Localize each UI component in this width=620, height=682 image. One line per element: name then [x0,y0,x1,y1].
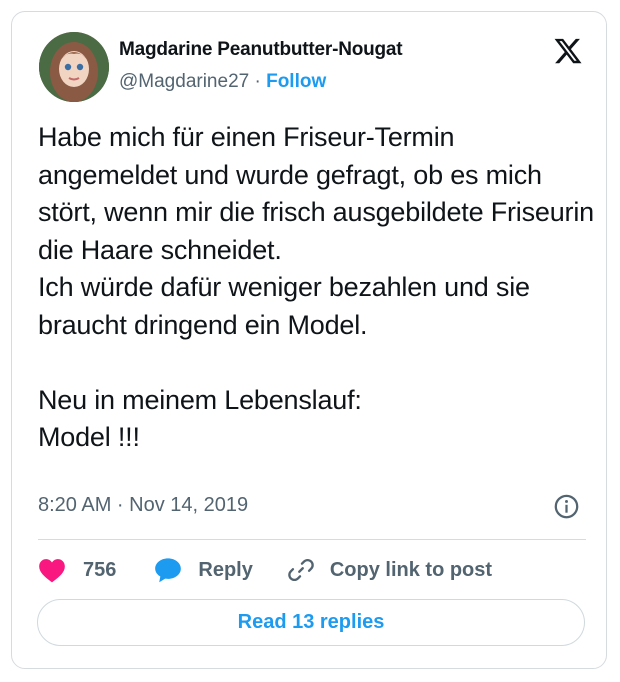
separator-dot: · [254,71,261,92]
reply-bubble-icon [155,558,182,583]
link-icon [288,558,314,582]
tweet-timestamp[interactable]: 8:20 AM · Nov 14, 2019 [38,494,248,517]
author-name[interactable]: Magdarine Peanutbutter-Nougat [119,39,403,61]
avatar[interactable] [39,32,109,102]
follow-button[interactable]: Follow [266,71,326,92]
like-button[interactable]: 756 [38,557,116,583]
heart-icon [39,559,65,583]
action-bar: 756 Reply Copy link to post [38,553,492,587]
reply-label: Reply [198,558,253,581]
like-count: 756 [83,558,117,581]
copy-link-button[interactable]: Copy link to post [287,556,492,584]
read-replies-button[interactable]: Read 13 replies [37,599,585,646]
divider [38,539,586,540]
author-handle-row: @Magdarine27 · Follow [119,71,326,93]
author-handle[interactable]: @Magdarine27 [119,71,249,92]
x-logo-icon[interactable] [552,36,584,66]
copy-link-label: Copy link to post [329,558,493,581]
tweet-card: Magdarine Peanutbutter-Nougat @Magdarine… [11,11,607,669]
info-icon[interactable] [553,493,580,520]
reply-button[interactable]: Reply [154,557,253,583]
tweet-text: Habe mich für einen Friseur-Termin angem… [38,122,594,452]
